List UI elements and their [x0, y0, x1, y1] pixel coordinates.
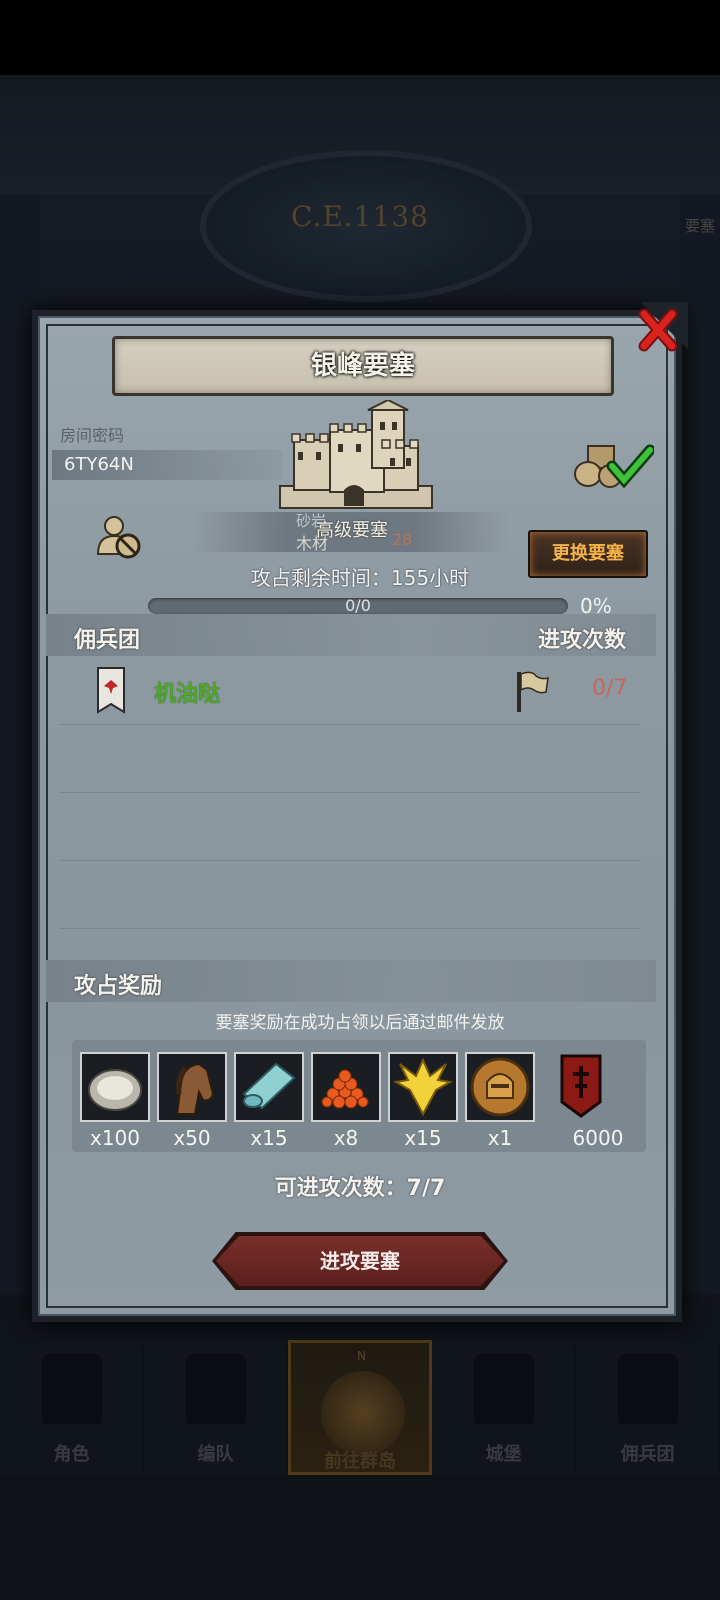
flag-icon — [517, 671, 549, 712]
room-code-label: 房间密码 — [60, 426, 125, 445]
red-banner-icon — [560, 1054, 602, 1118]
mercenary-name: 机油哒 — [154, 682, 221, 707]
mercenary-attack-count: 0/7 — [592, 676, 628, 701]
reward-banner[interactable] — [548, 1052, 618, 1122]
supply-check-icon[interactable] — [574, 440, 654, 490]
horse-icon — [175, 1062, 215, 1115]
reward-helmet[interactable] — [465, 1052, 535, 1122]
reward-qty: x15 — [250, 1126, 288, 1150]
reward-qty: x100 — [89, 1126, 140, 1150]
castle-icon — [279, 400, 433, 509]
reward-oyster[interactable] — [80, 1052, 150, 1122]
reward-qty: x8 — [333, 1126, 359, 1150]
reward-caviar[interactable] — [311, 1052, 381, 1122]
reward-note: 要塞奖励在成功占领以后通过邮件发放 — [215, 1013, 505, 1033]
attack-fortress-button[interactable]: 进攻要塞 — [216, 1236, 504, 1286]
row-divider — [60, 724, 640, 725]
reward-cloth[interactable] — [234, 1052, 304, 1122]
row-divider — [60, 860, 640, 861]
row-divider — [60, 928, 640, 929]
attack-fortress-label: 进攻要塞 — [320, 1249, 400, 1273]
caviar-icon — [321, 1069, 369, 1109]
mercenary-banner-icon — [97, 667, 125, 714]
title-banner: 银峰要塞 — [112, 336, 614, 396]
progress-text: 0/0 — [345, 596, 371, 615]
mercenary-section-title: 佣兵团 — [74, 628, 141, 653]
golden-crest-icon — [393, 1057, 453, 1117]
reward-qty: x1 — [487, 1126, 513, 1150]
fortress-title: 银峰要塞 — [310, 351, 415, 381]
oyster-icon — [88, 1069, 142, 1111]
reward-qty: x15 — [404, 1126, 442, 1150]
rewards-section-title: 攻占奖励 — [74, 974, 163, 999]
helmet-medal-icon — [470, 1057, 530, 1117]
reward-qty: 6000 — [572, 1126, 624, 1150]
reward-crest[interactable] — [388, 1052, 458, 1122]
reward-qty: x50 — [173, 1126, 211, 1150]
castle-tier-label: 高级要塞 — [316, 520, 388, 541]
no-player-icon[interactable] — [96, 514, 142, 560]
mercenary-row[interactable] — [46, 660, 656, 724]
room-code-value[interactable]: 6TY64N — [64, 450, 134, 480]
ghost-value: 28 — [392, 530, 413, 549]
row-divider — [60, 792, 640, 793]
attack-count-header: 进攻次数 — [538, 628, 627, 653]
close-icon[interactable] — [638, 308, 678, 352]
reward-horse[interactable] — [157, 1052, 227, 1122]
available-attacks: 可进攻次数：7/7 — [274, 1176, 446, 1201]
cloth-roll-icon — [242, 1062, 296, 1110]
time-remaining: 攻占剩余时间：155小时 — [250, 566, 470, 590]
